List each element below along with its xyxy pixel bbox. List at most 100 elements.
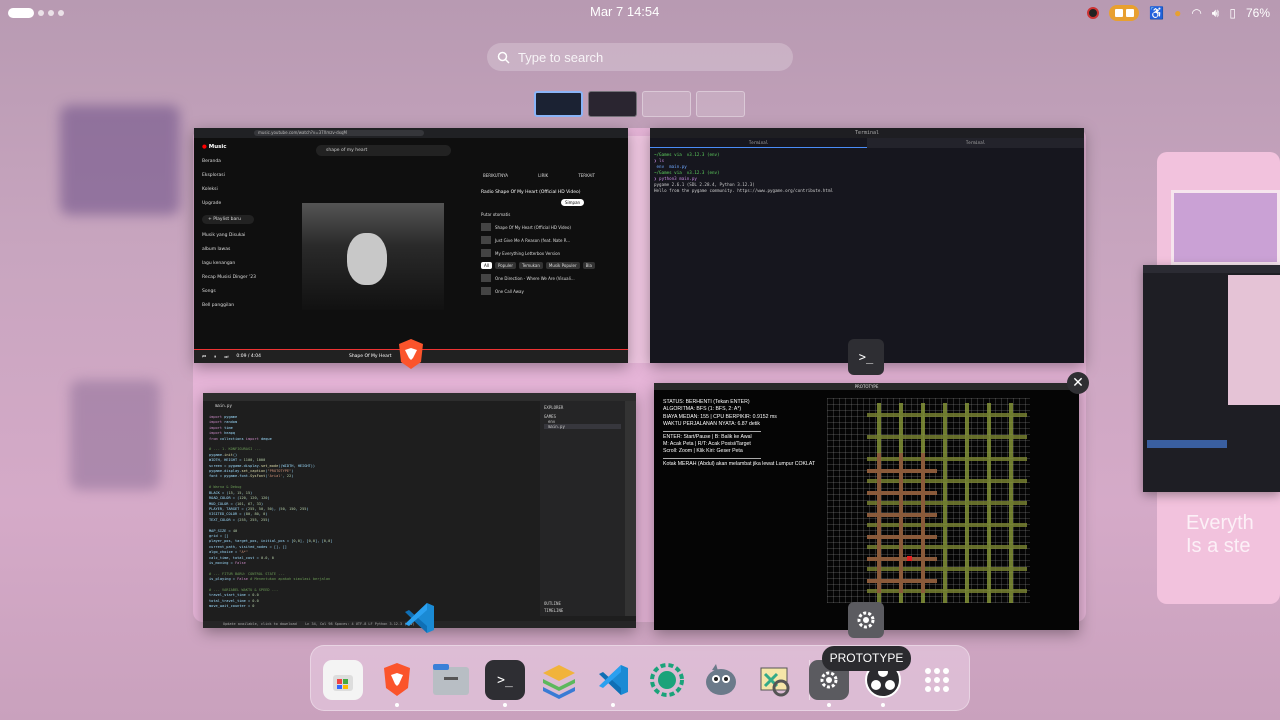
dock-app-grid[interactable] (917, 660, 957, 700)
queue-item-title: Shape Of My Heart (Official HD Video) (495, 224, 571, 230)
running-indicator (611, 703, 615, 707)
chip[interactable]: All (481, 262, 492, 269)
dock-terminal[interactable]: >_ (485, 660, 525, 707)
dock-meld[interactable] (755, 660, 795, 700)
explorer-panel: EXPLORER GAMES env main.py OUTLINE TIMEL… (540, 401, 625, 616)
tab-related[interactable]: TERKAIT (578, 173, 595, 178)
video-player[interactable] (302, 203, 444, 310)
overview-search[interactable] (487, 43, 793, 71)
cursor-status[interactable]: Ln 34, Col 98 Spaces: 4 UTF-8 LF Python … (305, 622, 415, 626)
workspace-thumbnail-4[interactable] (696, 91, 745, 117)
chip[interactable]: Populer (494, 262, 516, 269)
sidebar-item-library[interactable]: Koleksi (202, 187, 260, 192)
terminal-tab[interactable]: Terminal (650, 138, 867, 148)
pathfinding-map[interactable] (827, 398, 1030, 603)
system-tray[interactable]: ♿ ● ◠ 🔊︎ ▯ 76% (1087, 4, 1270, 22)
yt-music-logo[interactable]: ● Music (202, 144, 260, 150)
tab-up-next[interactable]: BERIKUTNYA (483, 173, 508, 178)
new-playlist-button[interactable]: + Playlist baru (202, 215, 254, 224)
playlist-item[interactable]: Bell panggilan (202, 303, 260, 308)
close-window-button[interactable]: ✕ (1067, 372, 1089, 394)
prototype-window[interactable]: PROTOTYPE STATUS: BERHENTI (Tekan ENTER)… (654, 383, 1079, 630)
explorer-title: EXPLORER (544, 405, 564, 410)
queue-item[interactable]: My Everything Letterbox Version (481, 249, 597, 257)
youtube-music-window[interactable]: music.youtube.com/watch?v=37Xmzv-dxqM ● … (194, 128, 628, 363)
divider (663, 457, 761, 459)
address-bar[interactable]: music.youtube.com/watch?v=37Xmzv-dxqM (254, 130, 424, 136)
activities-button[interactable] (8, 7, 68, 19)
workspace-indicator-dot (48, 10, 54, 16)
pause-icon[interactable]: ⏸ (214, 354, 216, 360)
dock-layers-app[interactable] (539, 660, 579, 700)
terminal-tab[interactable]: Terminal (867, 138, 1084, 148)
screen-share-indicator-icon[interactable] (1109, 5, 1140, 21)
playlist-item[interactable]: album lawas (202, 247, 260, 252)
divider (663, 430, 761, 432)
editor-tab[interactable]: main.py (209, 403, 238, 408)
search-input[interactable] (518, 49, 758, 65)
playlist-item[interactable]: Songs (202, 289, 260, 294)
dock-brave-browser[interactable] (377, 660, 417, 707)
yt-search-input[interactable]: shape of my heart (316, 145, 451, 156)
timeline-section[interactable]: TIMELINE (544, 608, 563, 613)
terminal-output[interactable]: ~/Games via v3.12.3 (env) ❯ ls env main.p… (650, 148, 1084, 198)
accessibility-icon[interactable]: ♿ (1149, 6, 1164, 20)
volume-icon[interactable]: 🔊︎ (1212, 6, 1220, 21)
software-store-icon (333, 675, 353, 691)
workspace-thumbnails (534, 91, 745, 117)
terminal-tabs: Terminal Terminal (650, 138, 1084, 148)
vscode-window[interactable]: main.py import pygame import random impo… (203, 393, 636, 628)
save-button[interactable]: Simpan (561, 199, 585, 206)
battery-icon[interactable]: ▯ (1229, 6, 1236, 20)
dock-files[interactable] (431, 660, 471, 700)
previous-icon[interactable]: ⏮ (202, 354, 206, 360)
outline-section[interactable]: OUTLINE (544, 601, 561, 606)
autoplay-toggle[interactable]: Putar otomatis (481, 212, 597, 217)
record-indicator-icon[interactable] (1087, 7, 1100, 19)
microphone-icon[interactable]: ● (1174, 6, 1181, 20)
radio-title: Radio Shape Of My Heart (Official HD Vid… (481, 190, 581, 195)
dock-gimp[interactable] (701, 660, 741, 700)
queue-item[interactable]: One Call Away (481, 287, 597, 295)
sidebar-item-explore[interactable]: Eksplorasi (202, 173, 260, 178)
tab-lyrics[interactable]: LIRIK (538, 173, 548, 178)
wifi-icon[interactable]: ◠ (1191, 6, 1201, 20)
playlist-item[interactable]: lagu kenangan (202, 261, 260, 266)
simulation-info: STATUS: BERHENTI (Tekan ENTER) ALGORITMA… (663, 399, 815, 468)
playlist-item[interactable]: Musik yang Disukai (202, 233, 260, 238)
chip[interactable]: Musik Populer (545, 262, 580, 269)
code-editor[interactable]: import pygame import random import time … (209, 415, 332, 610)
wallpaper-peek (628, 136, 652, 363)
queue-item[interactable]: Shape Of My Heart (Official HD Video) (481, 223, 597, 231)
explorer-item[interactable]: main.py (544, 424, 621, 429)
dock-fragments-app[interactable] (647, 660, 687, 700)
thumbnail (481, 236, 491, 244)
dock-vscode[interactable] (593, 660, 633, 707)
workspace-thumbnail-2[interactable] (588, 91, 637, 117)
next-icon[interactable]: ⏭ (224, 354, 228, 360)
sidebar-item-home[interactable]: Beranda (202, 159, 260, 164)
next-workspace-window[interactable] (1143, 265, 1280, 492)
mud-roads (867, 453, 937, 593)
queue-item-title: Just Give Me A Reason (feat. Nate R... (495, 237, 571, 243)
brave-icon (393, 336, 429, 372)
playlist-item[interactable]: Recap Musisi Dinger '23 (202, 275, 260, 280)
info-line: STATUS: BERHENTI (Tekan ENTER) (663, 399, 750, 405)
chip[interactable]: Temukan (518, 262, 543, 269)
workspace-thumbnail-3[interactable] (642, 91, 691, 117)
yt-logo-text: Music (208, 144, 227, 150)
activity-bar[interactable] (625, 401, 636, 616)
queue-item[interactable]: One Direction - Where We Are (Visuali... (481, 274, 597, 282)
chip[interactable]: Bla (582, 262, 595, 269)
running-indicator (881, 703, 885, 707)
workspace-thumbnail-1[interactable] (534, 91, 583, 117)
sidebar-item-upgrade[interactable]: Upgrade (202, 201, 260, 206)
info-line: ENTER: Start/Pause | B: Balik ke Awal (663, 433, 752, 440)
queue-item[interactable]: Just Give Me A Reason (feat. Nate R... (481, 236, 597, 244)
update-notice[interactable]: Update available, click to download (223, 622, 297, 626)
dock-software-store[interactable] (323, 660, 363, 700)
terminal-window[interactable]: Terminal Terminal Terminal ~/Games via v… (650, 128, 1084, 363)
clock[interactable]: Mar 7 14:54 (590, 4, 659, 19)
brave-icon (384, 663, 410, 696)
search-icon (497, 51, 510, 64)
